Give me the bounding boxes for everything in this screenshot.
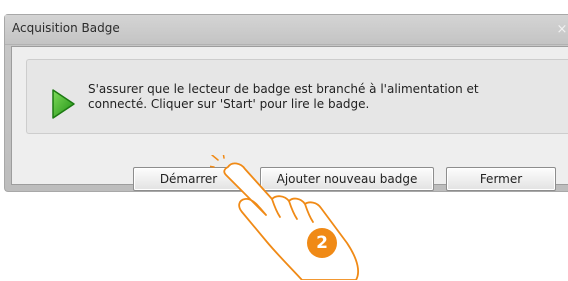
window-title: Acquisition Badge <box>12 21 120 35</box>
close-button[interactable]: Fermer <box>446 167 556 191</box>
message-text: S'assurer que le lecteur de badge est br… <box>88 82 479 111</box>
message-panel: S'assurer que le lecteur de badge est br… <box>26 59 568 134</box>
step-number-badge: 2 <box>307 228 337 258</box>
close-icon[interactable]: × <box>554 23 568 37</box>
pointing-hand-icon <box>210 155 359 280</box>
title-bar: Acquisition Badge × <box>5 15 568 45</box>
play-icon <box>52 89 75 119</box>
